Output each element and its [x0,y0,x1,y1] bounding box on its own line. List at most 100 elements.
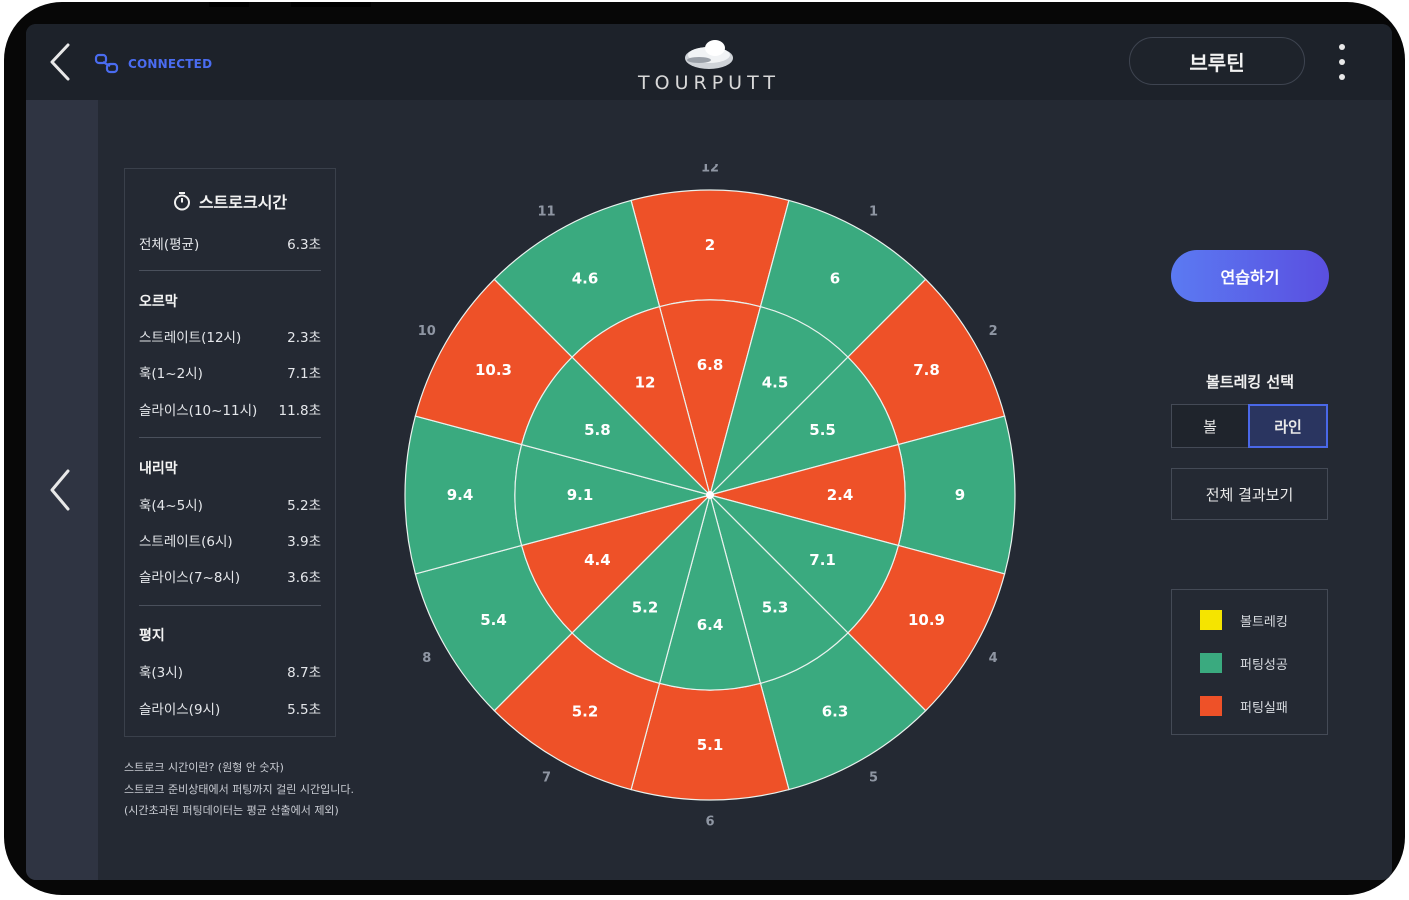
ball-tracking-option[interactable]: 볼 [1171,404,1249,448]
link-icon [94,53,119,74]
clock-label: 1 [869,204,878,219]
routine-button[interactable]: 브루틴 [1129,37,1305,85]
stat-row: 훅(4~5시) 5.2초 [139,494,321,514]
outer-value-label: 10.3 [475,361,512,379]
overall-row: 전체(평균) 6.3초 [139,233,321,253]
legend-swatch [1200,653,1222,673]
row-value: 11.8초 [278,403,321,419]
row-label: 전체(평균) [139,237,200,253]
section-title-flat: 평지 [139,628,165,644]
row-value: 7.1초 [287,366,321,382]
note-line: 스트로크 준비상태에서 퍼팅까지 걸린 시간입니다. [124,783,355,796]
outer-value-label: 2 [705,236,715,254]
row-value: 3.6초 [287,570,321,586]
connected-label: CONNECTED [128,57,213,71]
row-label: 훅(3시) [139,665,183,681]
row-label: 스트레이트(12시) [139,330,242,346]
clock-label: 11 [537,204,555,219]
outer-value-label: 6 [830,269,840,287]
stat-row: 슬라이스(7~8시) 3.6초 [139,566,321,586]
inner-value-label: 7.1 [809,551,836,569]
row-value: 5.5초 [287,702,321,718]
golf-ball-logo-icon [685,40,733,69]
note-line: (시간초과된 퍼팅데이터는 평균 산출에서 제외) [124,804,339,817]
row-label: 슬라이스(7~8시) [139,570,241,586]
divider [139,437,321,438]
stat-row: 슬라이스(10~11시) 11.8초 [139,399,321,419]
clock-label: 8 [422,651,431,666]
inner-value-label: 9.1 [567,486,594,504]
outer-value-label: 5.1 [697,736,724,754]
inner-value-label: 2.4 [827,486,854,504]
divider [139,605,321,606]
stat-row: 스트레이트(6시) 3.9초 [139,530,321,550]
previous-icon[interactable] [46,468,74,516]
stat-row: 훅(1~2시) 7.1초 [139,362,321,382]
clock-label: 5 [869,771,878,786]
inner-value-label: 4.5 [762,373,789,391]
stroke-time-panel: 스트로크시간 전체(평균) 6.3초 오르막 스트레이트(12시) 2.3초 훅… [124,168,336,737]
inner-value-label: 12 [635,373,656,391]
row-value: 6.3초 [287,237,321,253]
clock-label: 7 [542,771,551,786]
clock-label: 10 [418,324,436,339]
divider [139,270,321,271]
outer-value-label: 7.8 [913,361,940,379]
outer-value-label: 9 [955,486,965,504]
inner-value-label: 5.8 [584,421,611,439]
row-value: 3.9초 [287,534,321,550]
hardware-button [291,2,371,7]
legend-item: 볼트레킹 [1200,610,1288,630]
section-title-uphill: 오르막 [139,294,178,310]
legend-item: 퍼팅실패 [1200,696,1288,716]
row-value: 2.3초 [287,330,321,346]
hole-center-marker [706,491,714,499]
inner-value-label: 5.3 [762,599,789,617]
logo: TOURPUTT [624,34,794,96]
practice-button[interactable]: 연습하기 [1171,250,1329,302]
row-label: 스트레이트(6시) [139,534,233,550]
row-value: 8.7초 [287,665,321,681]
clock-label: 12 [701,164,719,176]
legend-item: 퍼팅성공 [1200,653,1288,673]
stat-row: 스트레이트(12시) 2.3초 [139,326,321,346]
line-tracking-option[interactable]: 라인 [1248,404,1328,448]
left-sidebar [26,100,98,880]
inner-value-label: 6.8 [697,356,724,374]
outer-value-label: 5.2 [572,703,599,721]
legend: 볼트레킹 퍼팅성공 퍼팅실패 [1171,589,1328,735]
inner-value-label: 5.5 [809,421,836,439]
row-value: 5.2초 [287,498,321,514]
inner-value-label: 4.4 [584,551,611,569]
legend-swatch [1200,696,1222,716]
hardware-button [209,2,249,7]
more-options-icon[interactable] [1330,40,1354,84]
legend-label: 퍼팅실패 [1240,700,1288,716]
panel-title-text: 스트로크시간 [198,193,288,212]
row-label: 훅(1~2시) [139,366,203,382]
clock-label: 2 [989,324,998,339]
stopwatch-icon [173,192,190,211]
row-label: 슬라이스(9시) [139,702,221,718]
clock-label: 6 [705,815,714,830]
logo-text: TOURPUTT [638,72,780,94]
clock-label: 4 [989,651,998,666]
tablet-frame: CONNECTED TOURPUTT 브루틴 스트로크시간 전체(평균) 6.3… [4,2,1405,895]
outer-value-label: 9.4 [447,486,474,504]
view-all-results-button[interactable]: 전체 결과보기 [1171,468,1328,520]
connection-status: CONNECTED [94,52,212,76]
row-label: 슬라이스(10~11시) [139,403,258,419]
top-bar: CONNECTED TOURPUTT 브루틴 [26,24,1392,100]
legend-label: 볼트레킹 [1240,614,1288,630]
inner-value-label: 5.2 [632,599,659,617]
outer-value-label: 6.3 [822,703,849,721]
outer-value-label: 5.4 [480,611,507,629]
back-icon[interactable] [46,42,74,86]
row-label: 훅(4~5시) [139,498,203,514]
panel-title: 스트로크시간 [125,189,335,213]
app-screen: CONNECTED TOURPUTT 브루틴 스트로크시간 전체(평균) 6.3… [26,24,1392,880]
outer-value-label: 4.6 [572,269,599,287]
tracking-select-title: 볼트레킹 선택 [1205,373,1295,391]
inner-value-label: 6.4 [697,616,724,634]
outer-value-label: 10.9 [908,611,945,629]
